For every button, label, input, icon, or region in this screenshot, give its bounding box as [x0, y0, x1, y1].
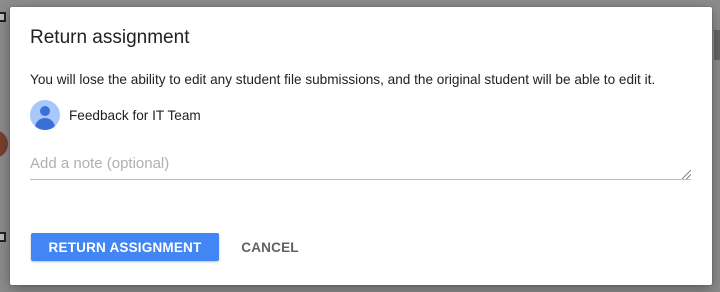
- background-scrollbar-fragment: [714, 30, 720, 60]
- background-checkbox: [0, 12, 6, 22]
- dialog-message: You will lose the ability to edit any st…: [30, 72, 656, 87]
- recipient-row: Feedback for IT Team: [30, 100, 201, 130]
- person-avatar-icon: [30, 100, 60, 130]
- note-input[interactable]: [30, 153, 691, 180]
- background-checkbox: [0, 232, 6, 242]
- recipient-name: Feedback for IT Team: [69, 107, 201, 123]
- return-assignment-dialog: Return assignment You will lose the abil…: [10, 7, 712, 285]
- resize-grip-icon[interactable]: [682, 170, 691, 179]
- cancel-button[interactable]: CANCEL: [235, 233, 305, 261]
- dialog-title: Return assignment: [30, 27, 190, 48]
- background-avatar: [0, 130, 8, 158]
- return-assignment-button[interactable]: RETURN ASSIGNMENT: [31, 233, 219, 261]
